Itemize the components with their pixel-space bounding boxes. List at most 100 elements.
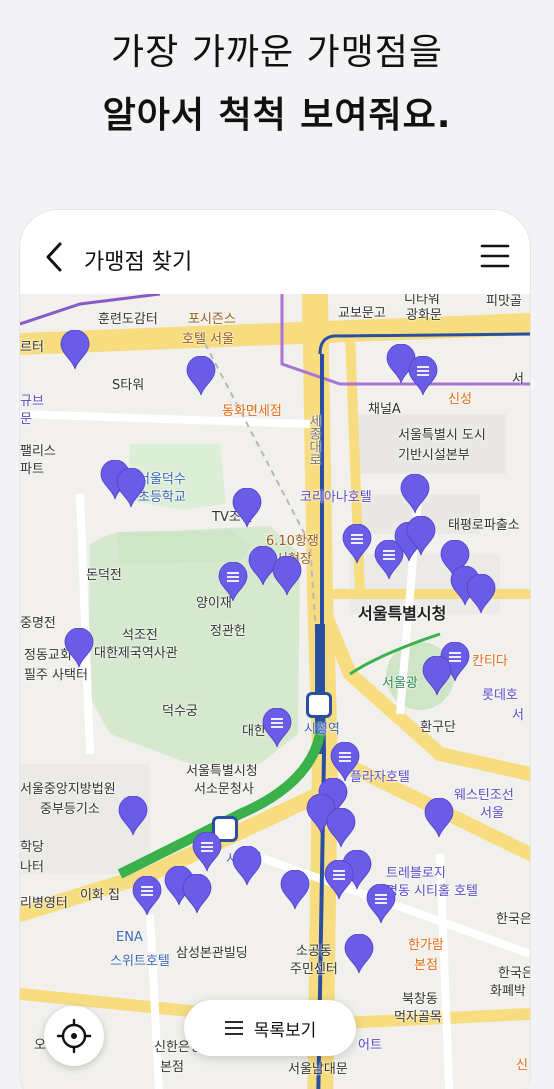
merchant-pin-icon[interactable] (232, 487, 262, 528)
merchant-pin-icon[interactable] (262, 707, 292, 748)
map-place-label: ENA (116, 930, 143, 945)
map-place-label: 동화면세점 (222, 404, 282, 419)
map-place-label: 학당 (20, 840, 44, 855)
map-place-label: 나터 (20, 860, 44, 875)
merchant-pin-icon[interactable] (64, 627, 94, 668)
map-place-label: 돈덕전 (86, 568, 122, 583)
merchant-pin-icon[interactable] (366, 883, 396, 924)
merchant-pin-icon[interactable] (186, 355, 216, 396)
map-place-label: 중부등기소 (40, 802, 100, 817)
phone-frame: 가맹점 찾기 훈련도감터 포시즌스 호텔 서울 교보문고 광화문 디타워 피맛골… (20, 210, 530, 1089)
map-place-label: 채널A (368, 402, 401, 417)
merchant-pin-icon[interactable] (116, 467, 146, 508)
map-place-label: 서 (512, 708, 524, 723)
map-view[interactable]: 훈련도감터 포시즌스 호텔 서울 교보문고 광화문 디타워 피맛골 르터 S타워 동화면세점 채널A… (20, 294, 530, 1089)
map-place-label: 호텔 서울 (182, 332, 234, 347)
map-place-label: 먹자골목 (394, 1010, 442, 1025)
map-place-label: 소공동 (296, 944, 332, 959)
map-place-label: 디타워 (404, 294, 440, 307)
map-place-label: 서울중앙지방법원 (20, 782, 116, 797)
map-place-label: 한국은 (498, 966, 530, 981)
map-place-label: 명동 시티홀 호텔 (386, 884, 478, 899)
map-place-label: 훈련도감터 (98, 312, 158, 327)
merchant-pin-icon[interactable] (132, 875, 162, 916)
map-place-label: 서울 (480, 806, 504, 821)
map-place-label: 신성 (448, 392, 472, 407)
list-view-label: 목록보기 (253, 1020, 317, 1041)
map-place-label: 파트 (20, 462, 44, 477)
my-location-button[interactable] (44, 1006, 104, 1066)
merchant-pin-icon[interactable] (466, 573, 496, 614)
merchant-pin-icon[interactable] (182, 873, 212, 914)
map-place-label: 서울특별시청 (358, 604, 447, 623)
map-place-label: 시청역 (304, 722, 340, 737)
hamburger-menu-icon[interactable] (480, 243, 510, 269)
map-place-label: 규브 (20, 394, 44, 409)
app-bar: 가맹점 찾기 (20, 210, 530, 294)
list-icon (224, 1021, 243, 1035)
merchant-pin-icon[interactable] (406, 515, 436, 556)
map-place-label: 팰리스 (20, 444, 56, 459)
map-place-label: 코리아나호텔 (300, 490, 372, 505)
map-place-label: 웨스틴조선 (454, 788, 514, 803)
merchant-pin-icon[interactable] (326, 807, 356, 848)
map-place-label: 서울남대문 (288, 1062, 348, 1077)
map-place-label: 정관헌 (210, 624, 246, 639)
merchant-pin-icon[interactable] (280, 869, 310, 910)
map-place-label: 주민센터 (290, 962, 338, 977)
map-place-label: 삼성본관빌딩 (176, 946, 248, 961)
headline-line2: 알아서 척척 보여줘요. (102, 95, 452, 136)
map-place-label: 칸티다 (472, 654, 508, 669)
map-place-label: 르터 (20, 340, 44, 355)
map-place-label: 서소문청사 (194, 782, 254, 797)
map-place-label: 서 (512, 372, 524, 387)
map-place-label: 트레블로지 (386, 866, 446, 881)
map-place-label: 신 (516, 1058, 528, 1073)
merchant-pin-icon[interactable] (324, 859, 354, 900)
merchant-pin-icon[interactable] (400, 473, 430, 514)
merchant-pin-icon[interactable] (342, 523, 372, 564)
merchant-pin-icon[interactable] (424, 797, 454, 838)
merchant-pin-icon[interactable] (330, 741, 360, 782)
map-place-label: 서울특별시청 (186, 764, 258, 779)
map-place-label: 중명전 (20, 616, 56, 631)
map-place-label: 서울광 (382, 676, 418, 691)
list-view-button[interactable]: 목록보기 (184, 1000, 356, 1056)
map-place-label: 본점 (160, 1060, 184, 1075)
map-place-label: 태평로파출소 (448, 518, 520, 533)
map-place-label: 포시즌스 (188, 312, 236, 327)
merchant-pin-icon[interactable] (118, 795, 148, 836)
merchant-pin-icon[interactable] (60, 329, 90, 370)
map-place-label: 피맛골 (486, 294, 522, 309)
map-place-label: 스위트호텔 (110, 954, 170, 969)
merchant-pin-icon[interactable] (192, 831, 222, 872)
map-place-label: 한가람 (408, 938, 444, 953)
merchant-pin-icon[interactable] (272, 555, 302, 596)
map-place-label: 리병영터 (20, 896, 68, 911)
map-place-label: 교보문고 (338, 306, 386, 321)
merchant-pin-icon[interactable] (232, 845, 262, 886)
map-place-label: 환구단 (420, 720, 456, 735)
map-place-label: 화폐박 (490, 984, 526, 999)
headline-line1: 가장 가까운 가맹점을 (111, 32, 443, 73)
map-place-label: 어트 (358, 1038, 382, 1053)
map-place-label: 서울특별시 도시 (398, 428, 486, 443)
merchant-pin-icon[interactable] (218, 561, 248, 602)
map-place-label: 문 (20, 412, 32, 427)
merchant-pin-icon[interactable] (408, 355, 438, 396)
my-location-icon (56, 1018, 92, 1054)
map-place-label: 한국은 (496, 912, 530, 927)
map-place-label: 이화 집 (80, 888, 121, 903)
map-place-label: 본점 (414, 958, 438, 973)
chevron-left-icon[interactable] (42, 240, 72, 274)
road-label: 세종대로 (306, 414, 321, 466)
map-place-label: S타워 (112, 378, 145, 393)
subway-station-icon[interactable] (306, 692, 332, 718)
map-place-label: 기반시설본부 (398, 448, 470, 463)
merchant-pin-icon[interactable] (344, 933, 374, 974)
merchant-pin-icon[interactable] (422, 655, 452, 696)
headline: 가장 가까운 가맹점을 알아서 척척 보여줘요. (0, 30, 554, 146)
map-place-label: 북창동 (402, 992, 438, 1007)
map-place-label: 롯데호 (482, 688, 518, 703)
map-place-label: 대한제국역사관 (94, 646, 178, 661)
